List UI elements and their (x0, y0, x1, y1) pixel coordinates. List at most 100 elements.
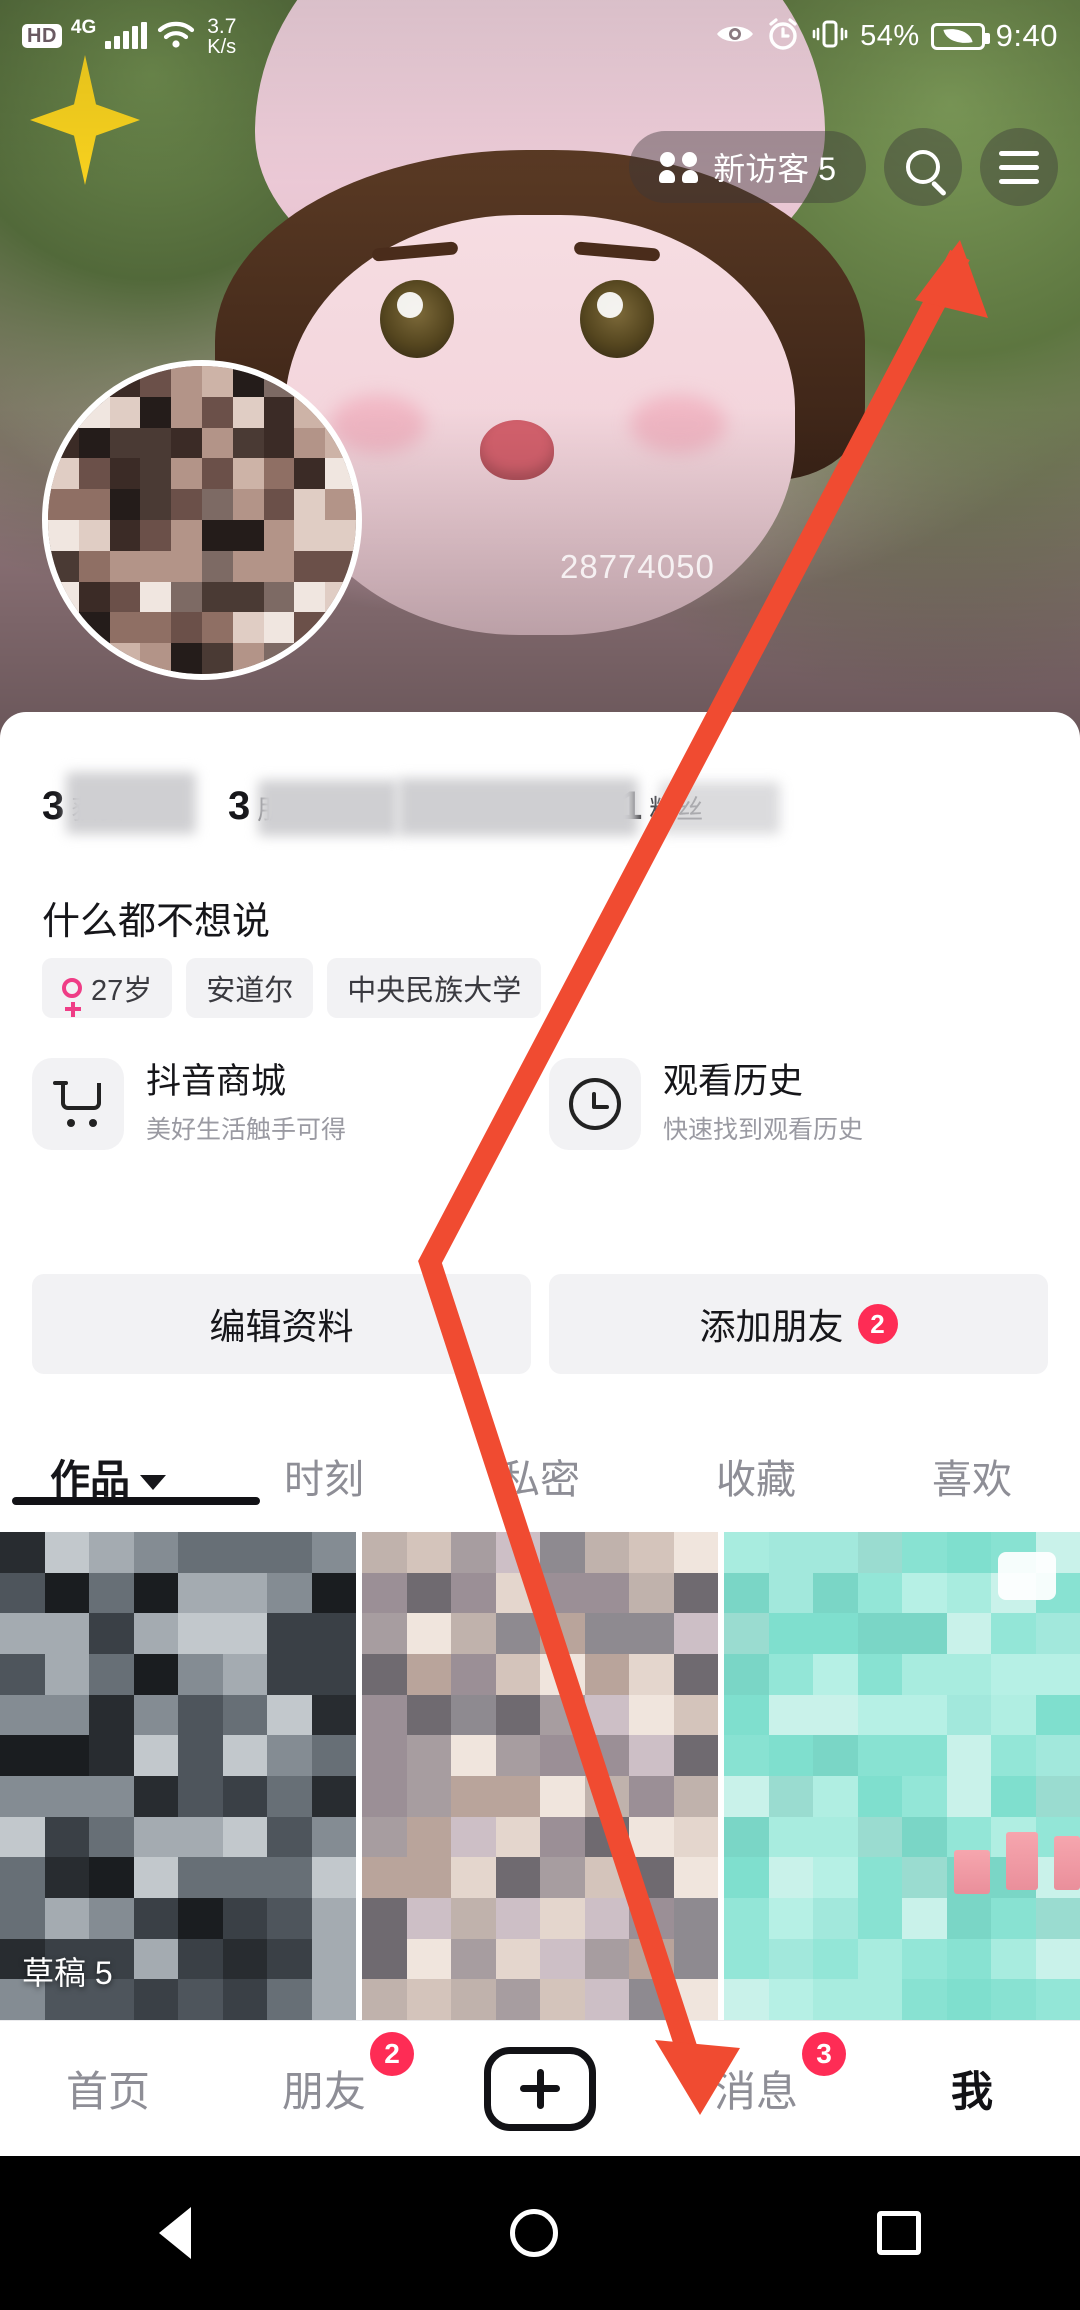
tag-age[interactable]: 27岁 (42, 958, 173, 1018)
profile-top-nav: 新访客 5 (629, 128, 1058, 206)
people-icon (659, 152, 699, 183)
video-grid: 草稿 5 (0, 1532, 1080, 2020)
nav-messages[interactable]: 消息 3 (648, 2032, 864, 2119)
nav-home[interactable]: 首页 (0, 2058, 216, 2119)
stats-mosaic-3 (398, 778, 638, 836)
tab-likes[interactable]: 喜欢 (864, 1447, 1080, 1505)
thumb3-object-3 (1054, 1836, 1080, 1890)
entry-douyin-mall-text: 抖音商城 美好生活触手可得 (146, 1062, 346, 1145)
tag-location[interactable]: 安道尔 (186, 958, 314, 1018)
entry-douyin-mall[interactable]: 抖音商城 美好生活触手可得 (32, 1058, 531, 1150)
nav-me[interactable]: 我 (864, 2058, 1080, 2119)
entry-watch-history[interactable]: 观看历史 快速找到观看历史 (549, 1058, 1048, 1150)
status-bar-left: HD 4G 3.7 K/s (22, 16, 236, 57)
clock-icon (549, 1058, 641, 1150)
entry-watch-history-subtitle: 快速找到观看历史 (663, 1115, 864, 1144)
stat-friends-count: 3 (228, 784, 251, 828)
tab-favorites-label: 收藏 (716, 1458, 796, 1502)
video-thumbnail-2[interactable] (362, 1532, 718, 2020)
search-button[interactable] (884, 128, 962, 206)
signal-strength-icon (105, 22, 148, 49)
tag-school-label: 中央民族大学 (347, 975, 522, 1007)
network-speed-unit: K/s (207, 35, 237, 58)
stats-mosaic-1 (66, 772, 196, 834)
bottom-navigation: 首页 朋友 2 消息 3 我 (0, 2020, 1080, 2156)
tab-works[interactable]: 作品 (0, 1447, 260, 1505)
network-speed-value: 3.7 (207, 14, 237, 38)
network-speed-indicator: 3.7 K/s (207, 16, 236, 57)
stats-mosaic-2 (258, 780, 398, 836)
tab-moments-label: 时刻 (284, 1458, 364, 1502)
add-friend-button[interactable]: 添加朋友 2 (549, 1274, 1048, 1374)
profile-entry-cards: 抖音商城 美好生活触手可得 观看历史 快速找到观看历史 (32, 1058, 1048, 1150)
nav-friends-label: 朋友 (281, 2068, 366, 2115)
battery-saver-icon (930, 22, 990, 50)
eye-icon (715, 20, 755, 53)
thumb3-object-1 (954, 1850, 990, 1894)
profile-action-buttons: 编辑资料 添加朋友 2 (32, 1274, 1048, 1374)
chevron-down-icon (140, 1474, 166, 1490)
tag-location-label: 安道尔 (206, 975, 294, 1007)
profile-stats-row: 3 获赞 3 朋友 1 粉丝 (0, 770, 1080, 850)
stats-mosaic-4 (660, 782, 780, 834)
profile-tags: 27岁 安道尔 中央民族大学 (42, 958, 542, 1018)
tag-age-label: 27岁 (91, 975, 153, 1007)
alarm-icon (766, 17, 800, 56)
network-type-label: 4G (70, 17, 97, 38)
tab-private-label: 私密 (500, 1458, 580, 1502)
video-thumbnail-1-mosaic (0, 1532, 356, 2020)
add-friend-badge: 2 (857, 1304, 898, 1344)
status-bar: HD 4G 3.7 K/s 54% 9:40 (0, 0, 1080, 72)
vibrate-icon (811, 18, 849, 55)
search-icon (906, 150, 940, 184)
nav-me-label: 我 (950, 2068, 993, 2115)
status-bar-clock: 9:40 (995, 18, 1058, 53)
app-root: HD 4G 3.7 K/s 54% 9:40 新访客 5 28774050 3 … (0, 0, 1080, 2310)
back-triangle-icon[interactable] (159, 2207, 192, 2259)
video-thumbnail-draft[interactable]: 草稿 5 (0, 1532, 356, 2020)
tab-works-label: 作品 (50, 1458, 130, 1502)
venus-icon (62, 978, 82, 1017)
hamburger-menu-icon (999, 150, 1039, 184)
edit-profile-label: 编辑资料 (209, 1306, 354, 1347)
new-visitors-button[interactable]: 新访客 5 (629, 131, 866, 203)
shopping-cart-icon (32, 1058, 124, 1150)
nav-friends[interactable]: 朋友 2 (216, 2032, 432, 2119)
profile-bio: 什么都不想说 (42, 901, 271, 943)
profile-tabs: 作品 时刻 私密 收藏 喜欢 (0, 1420, 1080, 1532)
battery-percent-label: 54% (860, 19, 920, 52)
recents-square-icon[interactable] (876, 2211, 921, 2255)
entry-watch-history-title: 观看历史 (663, 1062, 804, 1102)
tab-likes-label: 喜欢 (932, 1458, 1012, 1502)
video-thumbnail-3-note (998, 1552, 1056, 1600)
entry-douyin-mall-title: 抖音商城 (146, 1062, 287, 1102)
nav-messages-badge: 3 (802, 2032, 846, 2076)
hd-icon: HD (22, 24, 62, 48)
tag-school[interactable]: 中央民族大学 (327, 958, 542, 1018)
menu-button[interactable] (980, 128, 1058, 206)
tab-favorites[interactable]: 收藏 (648, 1447, 864, 1505)
status-bar-right: 54% 9:40 (715, 17, 1058, 56)
add-friend-label: 添加朋友 (699, 1306, 844, 1347)
video-thumbnail-3[interactable] (724, 1532, 1080, 2020)
nav-create-button[interactable] (432, 2046, 648, 2131)
new-visitors-label: 新访客 5 (713, 151, 836, 187)
tab-moments[interactable]: 时刻 (216, 1447, 432, 1505)
nav-home-label: 首页 (65, 2068, 150, 2115)
nav-messages-label: 消息 (713, 2068, 798, 2115)
avatar[interactable] (42, 360, 362, 680)
avatar-mosaic-image (48, 366, 356, 674)
draft-count-label: 草稿 5 (22, 1955, 113, 1991)
wifi-icon (156, 19, 196, 54)
android-system-nav-bar (0, 2156, 1080, 2310)
stat-likes-count: 3 (42, 784, 65, 828)
entry-douyin-mall-subtitle: 美好生活触手可得 (146, 1115, 347, 1144)
plus-icon (484, 2046, 596, 2131)
home-circle-icon[interactable] (509, 2209, 558, 2257)
nav-friends-badge: 2 (370, 2032, 414, 2076)
video-thumbnail-3-mosaic (724, 1532, 1080, 2020)
tab-private[interactable]: 私密 (432, 1447, 648, 1505)
edit-profile-button[interactable]: 编辑资料 (32, 1274, 531, 1374)
video-thumbnail-2-mosaic (362, 1532, 718, 2020)
thumb3-object-2 (1006, 1832, 1038, 1890)
